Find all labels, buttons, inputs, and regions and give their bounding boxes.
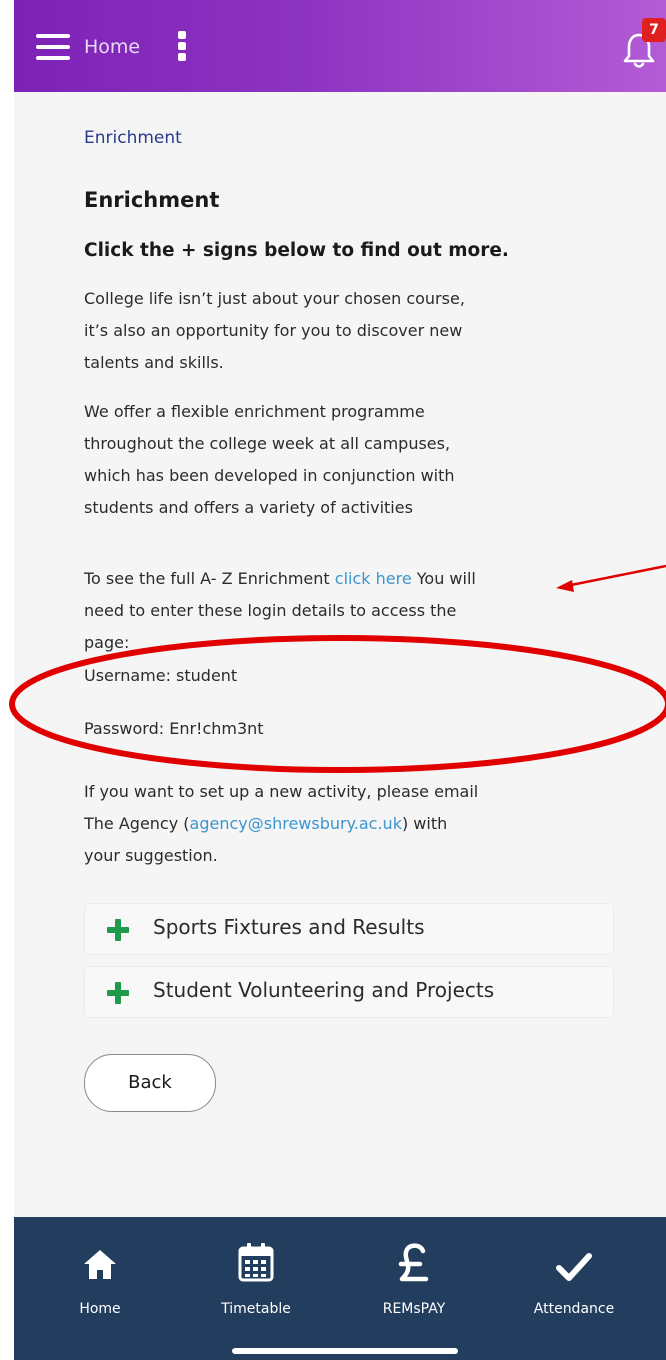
- accordion-sports-fixtures[interactable]: Sports Fixtures and Results: [84, 903, 614, 955]
- agency-email-link[interactable]: agency@shrewsbury.ac.uk: [190, 814, 402, 833]
- new-activity-paragraph: If you want to set up a new activity, pl…: [84, 782, 479, 865]
- nav-label: REMsPAY: [382, 1301, 446, 1317]
- password-text: Password: Enr!chm3nt: [84, 719, 264, 738]
- notification-badge: 7: [642, 18, 666, 42]
- plus-icon: [107, 919, 129, 941]
- home-indicator: [232, 1348, 458, 1354]
- hamburger-menu-icon[interactable]: [36, 34, 70, 60]
- nav-remspay[interactable]: REMsPAY: [354, 1239, 474, 1339]
- home-breadcrumb-link[interactable]: Home: [84, 36, 140, 58]
- username-text: Username: student: [84, 666, 238, 685]
- accordion-label: Sports Fixtures and Results: [153, 915, 425, 939]
- page-title: Enrichment: [84, 188, 220, 212]
- accordion-label: Student Volunteering and Projects: [153, 978, 495, 1002]
- top-app-bar: Home 7: [14, 0, 666, 92]
- nav-attendance[interactable]: Attendance: [514, 1239, 634, 1339]
- notifications-button[interactable]: 7: [622, 18, 666, 70]
- nav-timetable[interactable]: Timetable: [196, 1239, 316, 1339]
- nav-label: Timetable: [221, 1301, 291, 1317]
- nav-label: Home: [79, 1301, 121, 1317]
- click-here-link[interactable]: click here: [335, 569, 412, 588]
- bottom-navigation: Home Timetable REMsPAY Attendance: [14, 1217, 666, 1360]
- more-options-icon[interactable]: [178, 31, 186, 61]
- programme-paragraph: We offer a flexible enrichment programme…: [84, 402, 455, 517]
- back-button[interactable]: Back: [84, 1054, 216, 1112]
- plus-icon: [107, 982, 129, 1004]
- atoz-paragraph: To see the full A- Z Enrichment click he…: [84, 569, 476, 652]
- checkmark-icon: [556, 1253, 592, 1281]
- home-icon: [84, 1250, 116, 1279]
- pound-icon: [398, 1243, 429, 1282]
- app-screen: Home 7 Enrichment Enrichment Click the +…: [14, 0, 666, 1360]
- calendar-icon: [238, 1243, 274, 1282]
- nav-home[interactable]: Home: [40, 1239, 160, 1339]
- accordion-student-volunteering[interactable]: Student Volunteering and Projects: [84, 966, 614, 1018]
- breadcrumb[interactable]: Enrichment: [84, 128, 182, 148]
- page-subtitle: Click the + signs below to find out more…: [84, 240, 509, 261]
- nav-label: Attendance: [533, 1301, 615, 1317]
- intro-paragraph: College life isn’t just about your chose…: [84, 289, 465, 372]
